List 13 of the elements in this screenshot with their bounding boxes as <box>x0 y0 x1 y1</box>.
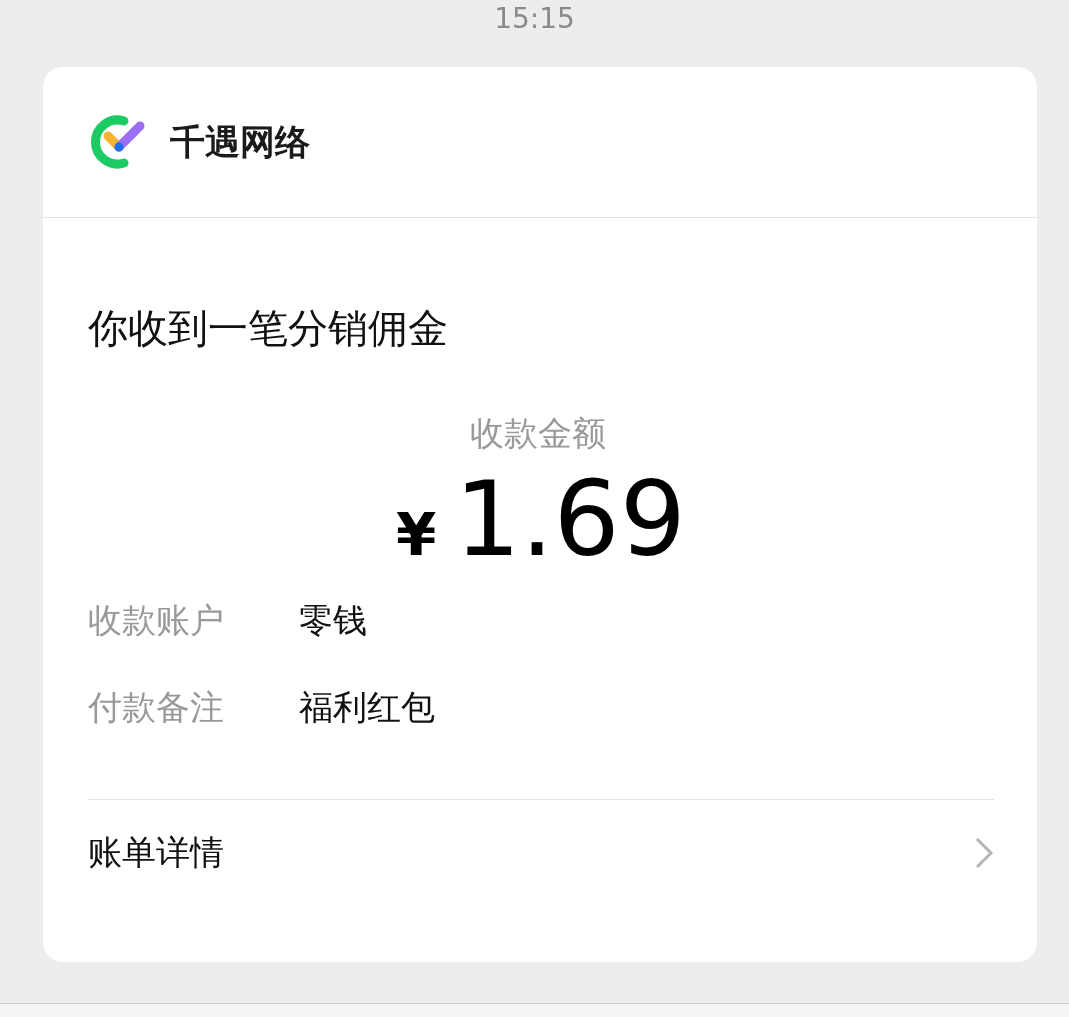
logo-icon <box>88 112 146 172</box>
detail-label: 收款账户 <box>88 598 225 642</box>
merchant-name: 千遇网络 <box>170 120 310 164</box>
detail-value: 福利红包 <box>299 685 435 729</box>
amount-label: 收款金额 <box>470 412 606 455</box>
notification-title: 你收到一笔分销佣金 <box>88 304 449 353</box>
chevron-icon <box>974 836 994 870</box>
bill-details-link[interactable]: 账单详情 <box>88 798 994 908</box>
status-time: 15:15 <box>494 1 575 35</box>
amount-value: 1.69 <box>454 459 686 579</box>
currency-symbol: ¥ <box>396 500 437 571</box>
detail-label: 付款备注 <box>88 685 225 729</box>
detail-value: 零钱 <box>299 598 367 642</box>
